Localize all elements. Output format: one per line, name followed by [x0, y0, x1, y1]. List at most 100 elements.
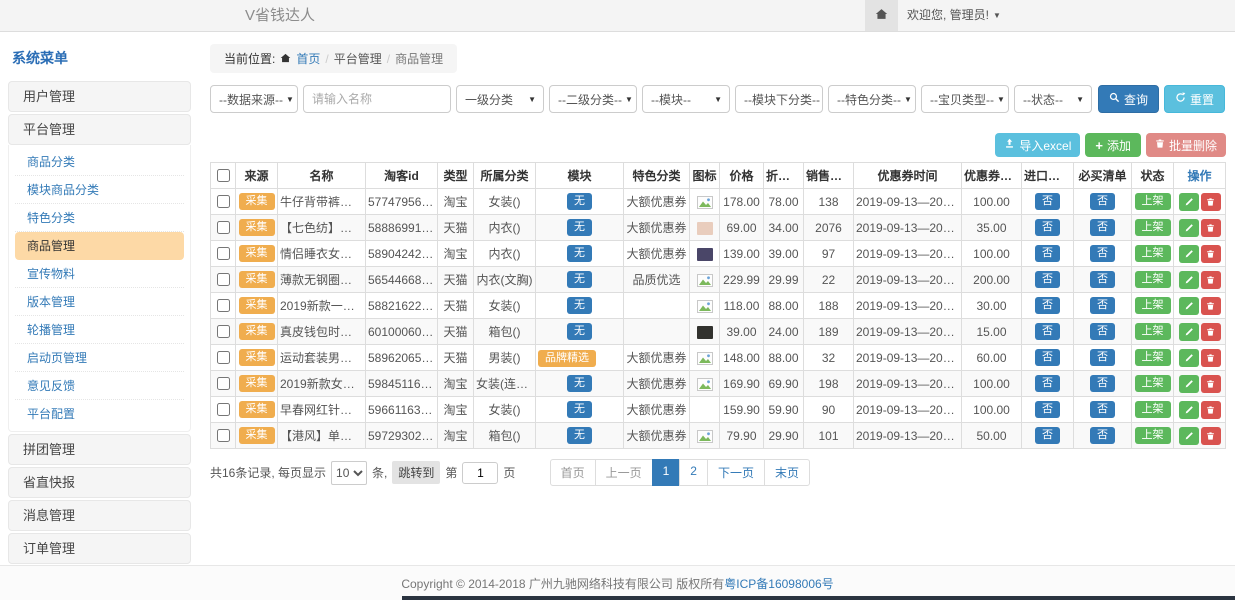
page-button[interactable]: 下一页	[707, 459, 765, 486]
status-badge[interactable]: 上架	[1135, 219, 1171, 236]
status-badge[interactable]: 上架	[1135, 427, 1171, 444]
icp-link[interactable]: 粤ICP备16098006号	[724, 575, 833, 592]
page-button[interactable]: 2	[679, 459, 708, 486]
delete-button[interactable]	[1201, 375, 1221, 393]
sidebar-item[interactable]: 意见反馈	[15, 372, 184, 400]
delete-button[interactable]	[1201, 245, 1221, 263]
must-buy-badge[interactable]: 否	[1090, 323, 1115, 340]
import-excel-button[interactable]: 导入excel	[995, 133, 1080, 157]
import-select-badge[interactable]: 否	[1035, 427, 1060, 444]
import-select-badge[interactable]: 否	[1035, 323, 1060, 340]
name-search-input[interactable]	[303, 85, 451, 113]
import-select-badge[interactable]: 否	[1035, 271, 1060, 288]
must-buy-badge[interactable]: 否	[1090, 219, 1115, 236]
row-checkbox[interactable]	[217, 247, 230, 260]
page-button[interactable]: 末页	[764, 459, 810, 486]
page-number-input[interactable]	[462, 462, 498, 484]
sidebar-item[interactable]: 特色分类	[15, 204, 184, 232]
row-checkbox[interactable]	[217, 195, 230, 208]
delete-button[interactable]	[1201, 193, 1221, 211]
row-checkbox[interactable]	[217, 403, 230, 416]
add-button[interactable]: + 添加	[1085, 133, 1141, 157]
import-select-badge[interactable]: 否	[1035, 193, 1060, 210]
delete-button[interactable]	[1201, 427, 1221, 445]
filter-select[interactable]: 一级分类▼	[456, 85, 544, 113]
delete-button[interactable]	[1201, 219, 1221, 237]
search-button[interactable]: 查询	[1098, 85, 1159, 113]
status-badge[interactable]: 上架	[1135, 375, 1171, 392]
must-buy-badge[interactable]: 否	[1090, 271, 1115, 288]
sidebar-item[interactable]: 启动页管理	[15, 344, 184, 372]
sidebar-group[interactable]: 拼团管理	[8, 434, 191, 465]
edit-button[interactable]	[1179, 375, 1199, 393]
status-badge[interactable]: 上架	[1135, 193, 1171, 210]
filter-select[interactable]: --模块下分类--▼	[735, 85, 823, 113]
edit-button[interactable]	[1179, 245, 1199, 263]
delete-button[interactable]	[1201, 349, 1221, 367]
edit-button[interactable]	[1179, 427, 1199, 445]
must-buy-badge[interactable]: 否	[1090, 193, 1115, 210]
sidebar-item[interactable]: 平台配置	[15, 400, 184, 427]
filter-select[interactable]: --特色分类--▼	[828, 85, 916, 113]
filter-select[interactable]: --数据来源--▼	[210, 85, 298, 113]
filter-select[interactable]: --状态--▼	[1014, 85, 1092, 113]
sidebar-group[interactable]: 用户管理	[8, 81, 191, 112]
status-badge[interactable]: 上架	[1135, 271, 1171, 288]
row-checkbox[interactable]	[217, 429, 230, 442]
edit-button[interactable]	[1179, 271, 1199, 289]
must-buy-badge[interactable]: 否	[1090, 427, 1115, 444]
status-badge[interactable]: 上架	[1135, 323, 1171, 340]
page-button[interactable]: 上一页	[595, 459, 653, 486]
import-select-badge[interactable]: 否	[1035, 401, 1060, 418]
sidebar-item[interactable]: 轮播管理	[15, 316, 184, 344]
sidebar-group[interactable]: 消息管理	[8, 500, 191, 531]
delete-button[interactable]	[1201, 271, 1221, 289]
edit-button[interactable]	[1179, 193, 1199, 211]
edit-button[interactable]	[1179, 323, 1199, 341]
status-badge[interactable]: 上架	[1135, 297, 1171, 314]
row-checkbox[interactable]	[217, 377, 230, 390]
must-buy-badge[interactable]: 否	[1090, 349, 1115, 366]
page-button[interactable]: 首页	[550, 459, 596, 486]
filter-select[interactable]: --宝贝类型--▼	[921, 85, 1009, 113]
row-checkbox[interactable]	[217, 325, 230, 338]
filter-select[interactable]: --二级分类--▼	[549, 85, 637, 113]
import-select-badge[interactable]: 否	[1035, 375, 1060, 392]
row-checkbox[interactable]	[217, 221, 230, 234]
user-menu[interactable]: 欢迎您, 管理员!▼	[907, 0, 1001, 31]
breadcrumb-home-link[interactable]: 首页	[296, 50, 320, 67]
sidebar-group[interactable]: 省直快报	[8, 467, 191, 498]
sidebar-item[interactable]: 模块商品分类	[15, 176, 184, 204]
must-buy-badge[interactable]: 否	[1090, 297, 1115, 314]
sidebar-item[interactable]: 版本管理	[15, 288, 184, 316]
batch-delete-button[interactable]: 批量删除	[1146, 133, 1226, 157]
status-badge[interactable]: 上架	[1135, 401, 1171, 418]
must-buy-badge[interactable]: 否	[1090, 375, 1115, 392]
edit-button[interactable]	[1179, 219, 1199, 237]
delete-button[interactable]	[1201, 401, 1221, 419]
row-checkbox[interactable]	[217, 299, 230, 312]
import-select-badge[interactable]: 否	[1035, 219, 1060, 236]
row-checkbox[interactable]	[217, 351, 230, 364]
sidebar-item[interactable]: 商品分类	[15, 148, 184, 176]
per-page-select[interactable]: 10	[331, 461, 367, 485]
must-buy-badge[interactable]: 否	[1090, 401, 1115, 418]
edit-button[interactable]	[1179, 401, 1199, 419]
sidebar-group[interactable]: 平台管理	[8, 114, 191, 145]
import-select-badge[interactable]: 否	[1035, 245, 1060, 262]
row-checkbox[interactable]	[217, 273, 230, 286]
reset-button[interactable]: 重置	[1164, 85, 1225, 113]
delete-button[interactable]	[1201, 297, 1221, 315]
edit-button[interactable]	[1179, 349, 1199, 367]
select-all-checkbox[interactable]	[217, 169, 230, 182]
import-select-badge[interactable]: 否	[1035, 349, 1060, 366]
sidebar-group[interactable]: 订单管理	[8, 533, 191, 564]
sidebar-item[interactable]: 宣传物料	[15, 260, 184, 288]
jump-button[interactable]: 跳转到	[392, 461, 440, 484]
delete-button[interactable]	[1201, 323, 1221, 341]
import-select-badge[interactable]: 否	[1035, 297, 1060, 314]
status-badge[interactable]: 上架	[1135, 245, 1171, 262]
filter-select[interactable]: --模块--▼	[642, 85, 730, 113]
home-button[interactable]	[865, 0, 898, 31]
sidebar-item-active[interactable]: 商品管理	[15, 232, 184, 260]
